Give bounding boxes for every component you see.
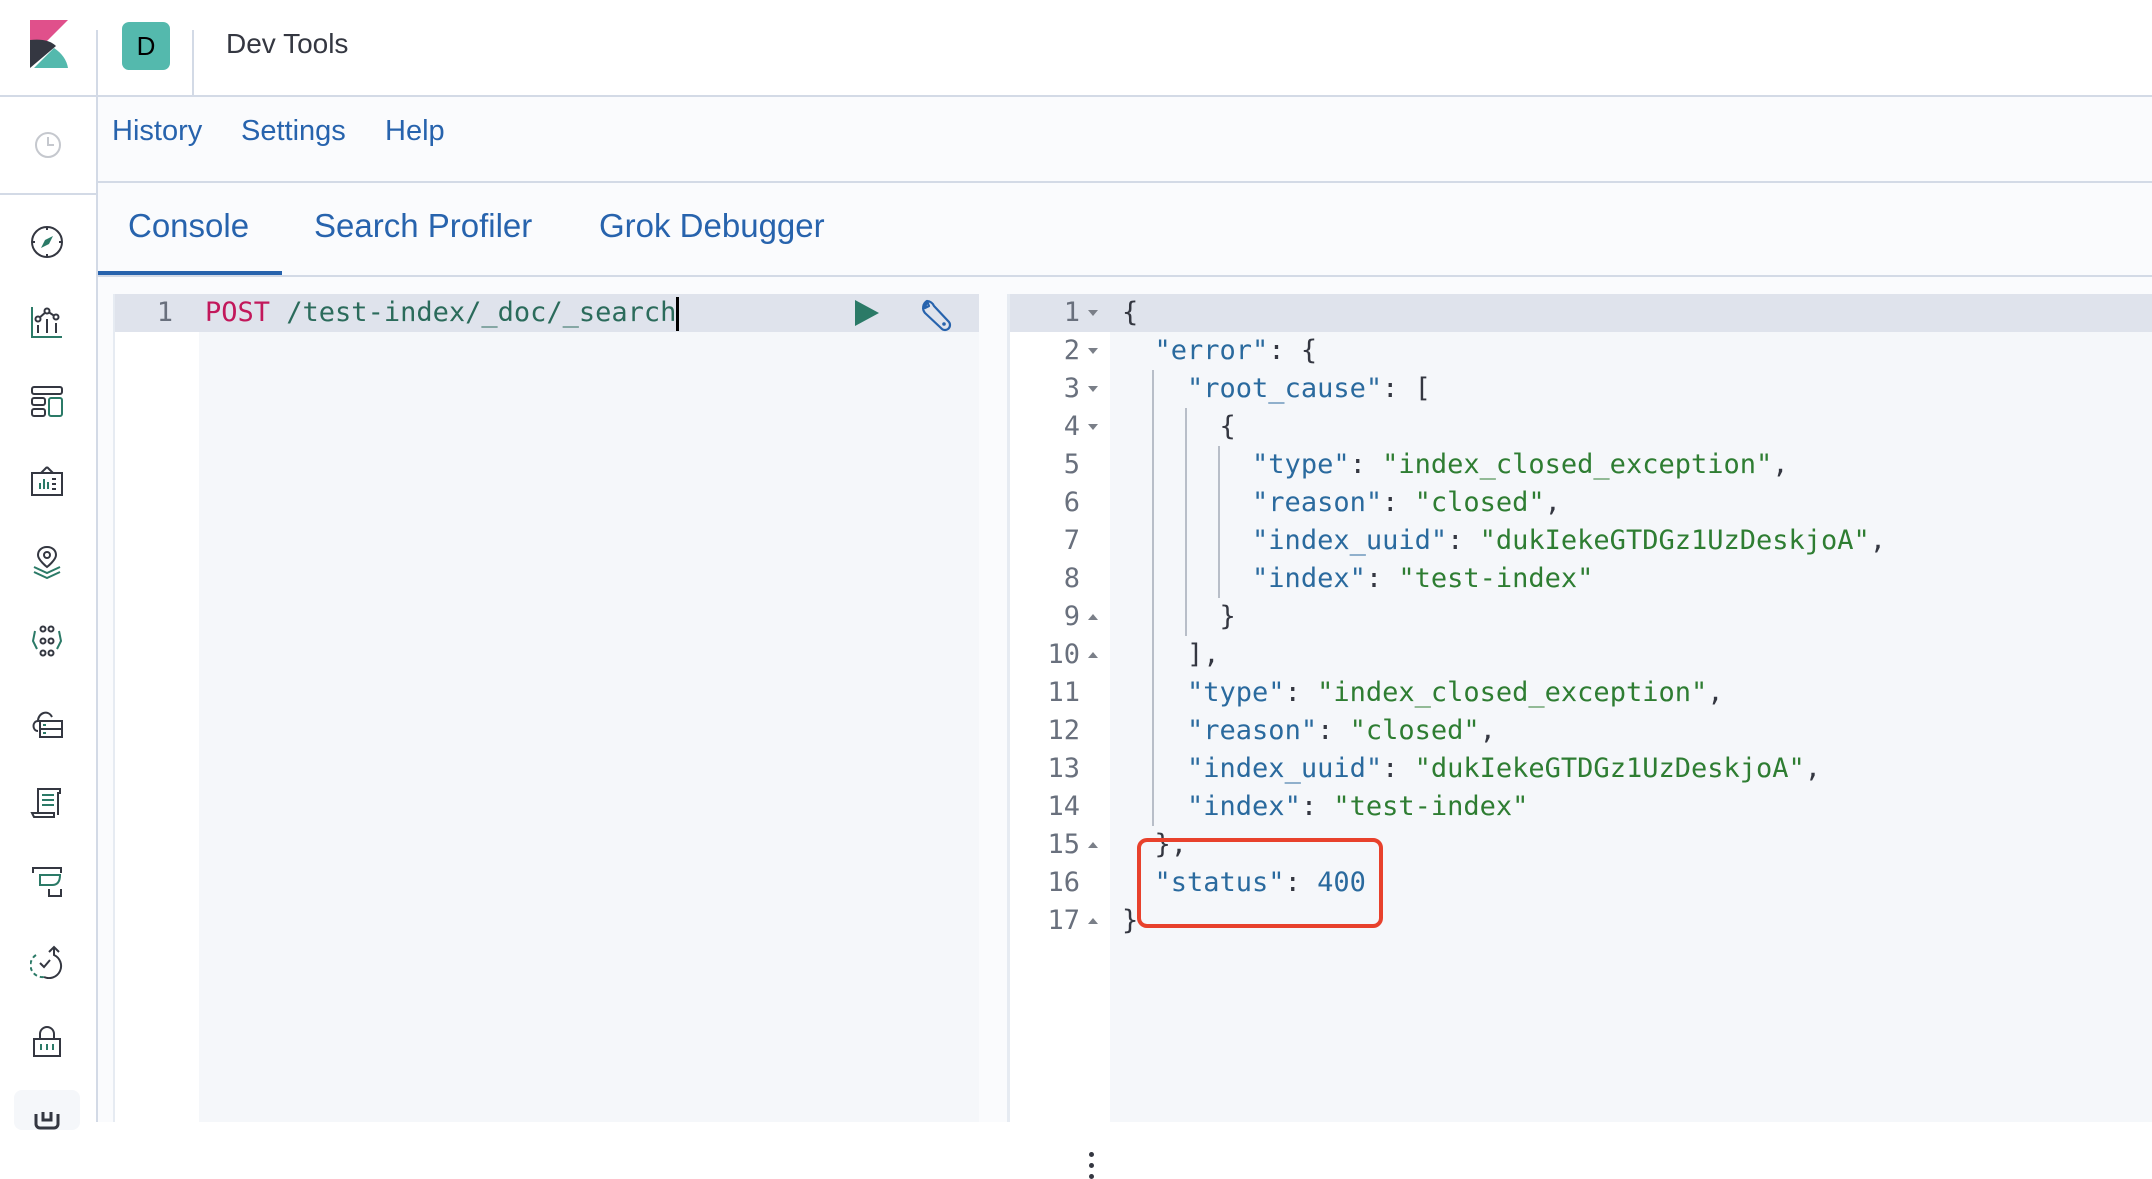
sidebar-item-apm[interactable] xyxy=(14,852,80,912)
sidebar-item-visualize[interactable] xyxy=(14,292,80,352)
fold-expand-icon[interactable] xyxy=(1088,614,1098,620)
sidebar-item-recently-viewed[interactable] xyxy=(0,97,96,195)
app-title: Dev Tools xyxy=(226,28,349,59)
json-line: "index": "test-index" xyxy=(1252,563,1594,594)
compass-icon xyxy=(31,226,63,258)
fold-collapse-icon[interactable] xyxy=(1088,386,1098,392)
line-number: 9 xyxy=(1063,601,1080,632)
request-line[interactable]: POST /test-index/_doc/_search xyxy=(205,294,680,332)
line-number: 3 xyxy=(1063,373,1080,404)
http-method: POST xyxy=(205,297,271,328)
apm-icon xyxy=(32,867,62,897)
settings-link[interactable]: Settings xyxy=(241,115,346,148)
uptime-icon xyxy=(30,945,63,979)
tab-console[interactable]: Console xyxy=(128,207,249,245)
dev-tools-icon xyxy=(34,1112,60,1130)
line-number: 1 xyxy=(1063,297,1080,328)
response-output[interactable]: 1 2 3 4 5 6 7 8 9 10 11 12 13 14 15 16 17 { "error": { "… xyxy=(1007,294,2152,1122)
tab-bar: Console Search Profiler Grok Debugger xyxy=(98,183,2152,277)
sidebar-item-siem[interactable] xyxy=(14,1012,80,1072)
json-line: "type": "index_closed_exception", xyxy=(1252,449,1789,480)
line-number: 11 xyxy=(1047,677,1080,708)
line-number: 1 xyxy=(156,297,173,328)
fold-expand-icon[interactable] xyxy=(1088,918,1098,924)
kibana-logo-icon[interactable] xyxy=(30,20,68,68)
json-line: "reason": "closed", xyxy=(1252,487,1561,518)
json-line: "root_cause": [ xyxy=(1187,373,1431,404)
json-line: { xyxy=(1219,411,1236,442)
active-tab-indicator xyxy=(98,271,282,275)
side-nav xyxy=(0,97,98,1130)
line-number: 14 xyxy=(1047,791,1080,822)
history-link[interactable]: History xyxy=(112,115,202,148)
sidebar-item-dashboard[interactable] xyxy=(14,372,80,432)
sidebar-item-uptime[interactable] xyxy=(14,932,80,992)
send-request-button[interactable] xyxy=(855,300,879,326)
sidebar-item-logs[interactable] xyxy=(14,772,80,832)
fold-collapse-icon[interactable] xyxy=(1088,424,1098,430)
text-cursor xyxy=(676,296,680,331)
sidebar-item-discover[interactable] xyxy=(14,212,80,272)
maps-icon xyxy=(33,545,61,579)
fold-collapse-icon[interactable] xyxy=(1088,310,1098,316)
help-link[interactable]: Help xyxy=(385,115,445,148)
tab-grok-debugger[interactable]: Grok Debugger xyxy=(599,207,825,245)
json-line: "index_uuid": "dukIekeGTDGz1UzDeskjoA", xyxy=(1252,525,1887,556)
wrench-icon[interactable] xyxy=(919,298,953,337)
top-header: D Dev Tools xyxy=(0,0,2152,97)
sidebar-item-infrastructure[interactable] xyxy=(14,692,80,752)
json-line: "index": "test-index" xyxy=(1187,791,1529,822)
infrastructure-icon xyxy=(32,711,63,738)
canvas-icon xyxy=(31,466,63,496)
json-line: "index_uuid": "dukIekeGTDGz1UzDeskjoA", xyxy=(1187,753,1822,784)
fold-expand-icon[interactable] xyxy=(1088,652,1098,658)
sidebar-item-machine-learning[interactable] xyxy=(14,612,80,672)
line-number: 17 xyxy=(1047,905,1080,936)
ml-icon xyxy=(31,625,63,657)
active-line-highlight xyxy=(1010,294,2152,332)
top-nav-menu: History Settings Help xyxy=(98,97,2152,183)
sidebar-item-maps[interactable] xyxy=(14,532,80,592)
line-number: 2 xyxy=(1063,335,1080,366)
header-divider xyxy=(96,30,98,95)
line-number: 16 xyxy=(1047,867,1080,898)
header-divider xyxy=(192,30,194,95)
line-number: 8 xyxy=(1063,563,1080,594)
line-number: 10 xyxy=(1047,639,1080,670)
space-avatar[interactable]: D xyxy=(122,22,170,70)
sidebar-item-dev-tools[interactable] xyxy=(14,1090,80,1130)
json-line: } xyxy=(1122,905,1139,936)
request-path: /test-index/_doc/_search xyxy=(270,297,677,328)
status-highlight-annotation xyxy=(1137,838,1383,928)
json-line: } xyxy=(1219,601,1236,632)
fold-collapse-icon[interactable] xyxy=(1088,348,1098,354)
line-number: 12 xyxy=(1047,715,1080,746)
json-line: "error": { xyxy=(1154,335,1318,366)
tab-search-profiler[interactable]: Search Profiler xyxy=(314,207,532,245)
json-line: { xyxy=(1122,297,1139,328)
line-number: 13 xyxy=(1047,753,1080,784)
line-number: 7 xyxy=(1063,525,1080,556)
sidebar-item-canvas[interactable] xyxy=(14,452,80,512)
logs-icon xyxy=(30,788,61,818)
visualize-icon xyxy=(31,307,62,338)
json-line: "reason": "closed", xyxy=(1187,715,1496,746)
fold-expand-icon[interactable] xyxy=(1088,842,1098,848)
dashboard-icon xyxy=(31,386,63,417)
clock-icon xyxy=(35,132,61,158)
line-number: 5 xyxy=(1063,449,1080,480)
request-editor[interactable]: 1 POST /test-index/_doc/_search xyxy=(113,294,979,1122)
line-number: 6 xyxy=(1063,487,1080,518)
json-line: "type": "index_closed_exception", xyxy=(1187,677,1724,708)
siem-icon xyxy=(33,1026,61,1057)
dev-tools-main: History Settings Help Console Search Pro… xyxy=(98,97,2152,1179)
line-number: 4 xyxy=(1063,411,1080,442)
request-gutter xyxy=(115,294,199,1122)
line-number: 15 xyxy=(1047,829,1080,860)
json-line: ], xyxy=(1187,639,1220,670)
